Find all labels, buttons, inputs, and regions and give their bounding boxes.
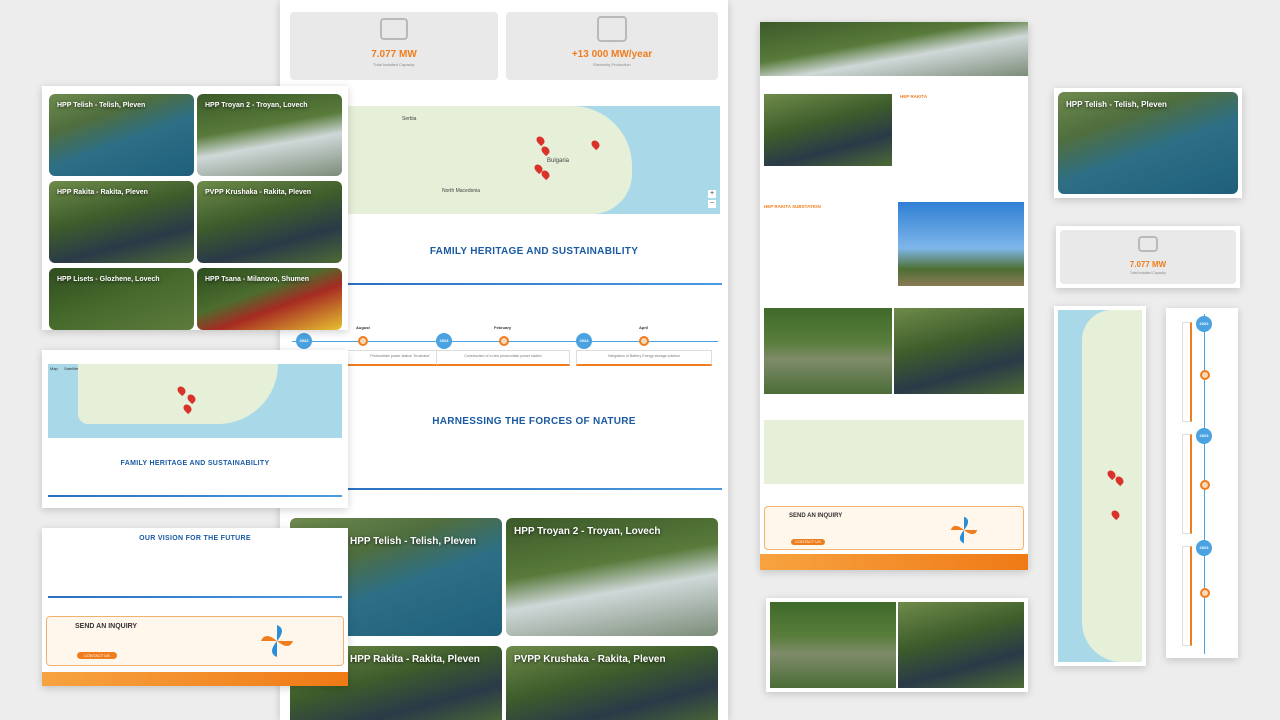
stat-capacity-value: 7.077 MW (371, 49, 417, 60)
project-card-tsana[interactable]: HPP Tsana - Milanovo, Shumen (197, 268, 342, 330)
substation-image (898, 202, 1024, 286)
footer-band (760, 554, 1028, 570)
timeline-dot-v (1200, 370, 1210, 380)
project-caption: HPP Troyan 2 - Troyan, Lovech (205, 102, 308, 109)
contact-button-small[interactable]: CONTACT US (77, 652, 117, 659)
project-caption-large: HPP Rakita - Rakita, Pleven (350, 654, 480, 665)
section-title-nature: HARNESSING THE FORCES OF NATURE (432, 416, 636, 427)
canal-image (764, 308, 892, 394)
project-caption: PVPP Krushaka - Rakita, Pleven (205, 189, 312, 196)
inquiry-panel-small: SEND AN INQUIRY CONTACT US (46, 616, 344, 666)
section-title-heritage-small: FAMILY HERITAGE AND SUSTAINABILITY (120, 460, 270, 467)
timeline-event-v (1182, 434, 1192, 534)
project-card-troyan-large[interactable]: HPP Troyan 2 - Troyan, Lovech (506, 518, 718, 636)
telish-card-large: HPP Telish - Telish, Pleven (1054, 88, 1242, 198)
location-map[interactable] (48, 364, 342, 438)
timeline-dot (499, 336, 509, 346)
timeline-year-v: 2024 (1196, 428, 1212, 444)
stat-production-value: +13 000 MW/year (571, 49, 653, 60)
map-tab[interactable]: Map (50, 366, 58, 372)
detail-page: HEP RAKITA HEP RAKITA SUBSTATION SEND AN… (760, 22, 1028, 570)
stat-capacity-label: Total Installed Capacity (373, 62, 415, 67)
contact-button[interactable]: CONTACT US (791, 539, 825, 545)
section-title-heritage: FAMILY HERITAGE AND SUSTAINABILITY (429, 246, 639, 257)
inquiry-title: SEND AN INQUIRY (789, 513, 843, 519)
project-caption: HPP Rakita - Rakita, Pleven (57, 189, 148, 196)
project-card-telish[interactable]: HPP Telish - Telish, Pleven (49, 94, 194, 176)
hero-image (760, 22, 1028, 76)
project-caption-large: PVPP Krushaka - Rakita, Pleven (514, 654, 666, 665)
project-caption: HPP Telish - Telish, Pleven (57, 102, 146, 109)
inquiry-title-small: SEND AN INQUIRY (75, 623, 138, 630)
map-label-macedonia: North Macedonia (442, 188, 481, 194)
timeline-event-v (1182, 322, 1192, 422)
timeline-month: February (494, 325, 512, 330)
timeline-year: 2024 (576, 333, 592, 349)
zoom-in-button[interactable]: + (708, 190, 716, 198)
brand-pinwheel-icon (261, 625, 293, 657)
section-title-vision: OUR VISION FOR THE FUTURE (139, 535, 251, 542)
terrace-solar-image (894, 308, 1024, 394)
timeline-dot (358, 336, 368, 346)
timeline-month: April (639, 325, 649, 330)
rakita-title: HEP RAKITA (900, 94, 928, 99)
timeline-dot (639, 336, 649, 346)
projects-grid-card: HPP Telish - Telish, Pleven HPP Troyan 2… (42, 86, 348, 330)
project-card-lisets[interactable]: HPP Lisets - Glozhene, Lovech (49, 268, 194, 330)
stat-production: +13 000 MW/year Electricity Production (506, 12, 718, 80)
timeline-year-v: 2022 (1196, 316, 1212, 332)
terrace-solar-image-large (898, 602, 1024, 688)
project-caption-large: HPP Troyan 2 - Troyan, Lovech (514, 526, 661, 537)
project-card-krushaka[interactable]: PVPP Krushaka - Rakita, Pleven (197, 181, 342, 263)
timeline-year: 2024 (436, 333, 452, 349)
zoom-out-button[interactable]: − (708, 200, 716, 208)
stat-capacity-value-small: 7.077 MW (1129, 260, 1167, 269)
timeline-event: Construction of a new photovoltaic power… (436, 350, 570, 366)
map-label-bulgaria: Bulgaria (547, 158, 570, 164)
stat-production-label: Electricity Production (593, 62, 631, 67)
photo-pair-card (766, 598, 1028, 692)
generator-icon (380, 18, 408, 40)
vertical-map-card (1054, 306, 1146, 666)
map-heritage-card: Map Satellite FAMILY HERITAGE AND SUSTAI… (42, 350, 348, 508)
vertical-timeline-card: 2022 2024 2024 (1166, 308, 1238, 658)
footer-band-small (42, 672, 348, 686)
generator-icon (1138, 236, 1158, 252)
stat-capacity-label-small: Total Installed Capacity (1130, 271, 1166, 275)
project-card-krushaka-large[interactable]: PVPP Krushaka - Rakita, Pleven (506, 646, 718, 720)
stat-capacity: 7.077 MW Total Installed Capacity (290, 12, 498, 80)
bulgaria-map[interactable]: Serbia Bulgaria North Macedonia + − (342, 106, 720, 214)
rakita-image (764, 94, 892, 166)
timeline-dot-v (1200, 480, 1210, 490)
project-card-troyan[interactable]: HPP Troyan 2 - Troyan, Lovech (197, 94, 342, 176)
canal-image-large (770, 602, 896, 688)
project-caption: HPP Tsana - Milanovo, Shumen (205, 276, 309, 283)
brand-pinwheel-icon (950, 516, 978, 544)
timeline-event: Integration of Battery Energy storage so… (576, 350, 712, 366)
timeline-dot-v (1200, 588, 1210, 598)
timeline-event-v (1182, 546, 1192, 646)
hydro-plant-icon (597, 16, 627, 42)
stat-capacity-small: 7.077 MW Total Installed Capacity (1060, 230, 1236, 284)
vertical-map[interactable] (1058, 310, 1142, 662)
satellite-tab[interactable]: Satellite (64, 366, 78, 372)
inquiry-panel: SEND AN INQUIRY CONTACT US (764, 506, 1024, 550)
timeline-month: August (356, 325, 370, 330)
project-caption: HPP Lisets - Glozhene, Lovech (57, 276, 160, 283)
project-caption-feature: HPP Telish - Telish, Pleven (1066, 100, 1167, 109)
timeline-year-v: 2024 (1196, 540, 1212, 556)
stat-card-small: 7.077 MW Total Installed Capacity (1056, 226, 1240, 288)
project-card-telish-feature[interactable]: HPP Telish - Telish, Pleven (1058, 92, 1238, 194)
project-card-rakita[interactable]: HPP Rakita - Rakita, Pleven (49, 181, 194, 263)
map-label-serbia: Serbia (402, 116, 417, 122)
vision-card: OUR VISION FOR THE FUTURE SEND AN INQUIR… (42, 528, 348, 686)
detail-map[interactable] (764, 420, 1024, 484)
project-caption-large: HPP Telish - Telish, Pleven (350, 536, 477, 547)
substation-title: HEP RAKITA SUBSTATION (764, 204, 821, 209)
timeline-year: 2022 (296, 333, 312, 349)
